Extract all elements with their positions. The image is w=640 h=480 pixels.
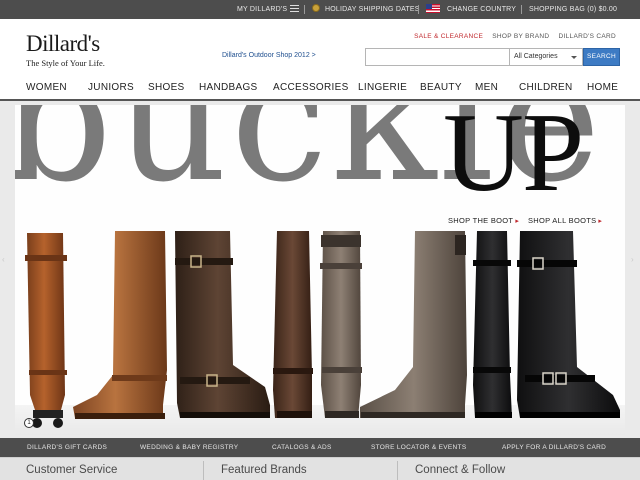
nav-item-women[interactable]: WOMEN: [26, 82, 67, 93]
nav-item-lingerie[interactable]: LINGERIE: [358, 82, 407, 93]
footer-featured-brands[interactable]: Featured Brands: [221, 464, 307, 476]
shop-by-brand-link[interactable]: SHOP BY BRAND: [492, 33, 549, 40]
search-button[interactable]: SEARCH: [583, 48, 620, 66]
chevron-down-icon: [571, 56, 577, 59]
outdoor-shop-link[interactable]: Dillard's Outdoor Shop 2012 >: [222, 52, 316, 59]
nav-item-shoes[interactable]: SHOES: [148, 82, 185, 93]
shopping-bag-label: SHOPPING BAG: [529, 6, 586, 13]
category-select-value: All Categories: [514, 53, 558, 60]
nav-item-beauty[interactable]: BEAUTY: [420, 82, 462, 93]
shopping-bag-link[interactable]: SHOPPING BAG (0) $0.00: [529, 0, 617, 19]
holiday-shipping-label: HOLIDAY SHIPPING DATES: [325, 6, 420, 13]
footer-divider: [203, 461, 204, 480]
footer: Customer Service Featured Brands Connect…: [0, 457, 640, 480]
bag-total: $0.00: [598, 6, 618, 13]
nav-item-handbags[interactable]: HANDBAGS: [199, 82, 258, 93]
holiday-shipping-link[interactable]: HOLIDAY SHIPPING DATES: [312, 0, 420, 19]
wedding-baby-registry-link[interactable]: WEDDING & BABY REGISTRY: [140, 438, 238, 457]
divider: [304, 5, 305, 14]
logo-tagline: The Style of Your Life.: [26, 58, 105, 68]
carousel-next-icon[interactable]: ›: [631, 255, 634, 264]
search-input[interactable]: [365, 48, 510, 66]
slide-indicator[interactable]: 1: [24, 418, 34, 428]
services-bar: DILLARD'S GIFT CARDS WEDDING & BABY REGI…: [0, 438, 640, 457]
shop-all-boots-link[interactable]: SHOP ALL BOOTS ▸: [528, 216, 602, 225]
hamburger-icon: [290, 5, 300, 12]
change-country-label: CHANGE COUNTRY: [447, 6, 517, 13]
shop-all-boots-label: SHOP ALL BOOTS: [528, 216, 597, 225]
hero-headline-up: UP: [443, 105, 584, 215]
nav-item-accessories[interactable]: ACCESSORIES: [273, 82, 349, 93]
holiday-ornament-icon: [312, 4, 320, 12]
boot-chocolate: [273, 231, 312, 418]
nav-item-home[interactable]: HOME: [587, 82, 618, 93]
change-country-link[interactable]: CHANGE COUNTRY: [426, 0, 516, 19]
my-dillards-label: MY DILLARD'S: [237, 6, 288, 13]
boot-black-slim: [473, 231, 512, 418]
utility-bar: MY DILLARD'S HOLIDAY SHIPPING DATES CHAN…: [0, 0, 640, 19]
footer-customer-service[interactable]: Customer Service: [26, 464, 117, 476]
arrow-right-icon: ▸: [515, 218, 520, 225]
divider: [418, 5, 419, 14]
boot-taupe: [321, 231, 361, 418]
shop-the-boot-label: SHOP THE BOOT: [448, 216, 514, 225]
hero-banner[interactable]: buckle UP SHOP THE BOOT ▸ SHOP ALL BOOTS…: [15, 105, 625, 435]
footer-connect-follow[interactable]: Connect & Follow: [415, 464, 505, 476]
dillards-logo[interactable]: Dillard's: [26, 32, 100, 56]
boot-tan: [73, 231, 167, 418]
header-util-links: SALE & CLEARANCE SHOP BY BRAND DILLARD'S…: [407, 33, 616, 40]
shop-the-boot-link[interactable]: SHOP THE BOOT ▸: [448, 216, 519, 225]
dillards-card-link[interactable]: DILLARD'S CARD: [559, 33, 616, 40]
nav-item-juniors[interactable]: JUNIORS: [88, 82, 134, 93]
nav-item-men[interactable]: MEN: [475, 82, 498, 93]
gift-cards-link[interactable]: DILLARD'S GIFT CARDS: [27, 438, 107, 457]
bag-count: (0): [587, 6, 597, 13]
divider: [521, 5, 522, 14]
boot-grey-taupe: [360, 231, 467, 418]
apply-card-link[interactable]: APPLY FOR A DILLARD'S CARD: [502, 438, 606, 457]
category-select[interactable]: All Categories: [510, 48, 583, 66]
us-flag-icon: [426, 4, 440, 13]
my-dillards-link[interactable]: MY DILLARD'S: [237, 0, 300, 19]
footer-divider: [397, 461, 398, 480]
main-nav: WOMEN JUNIORS SHOES HANDBAGS ACCESSORIES…: [0, 78, 640, 98]
arrow-right-icon: ▸: [598, 218, 603, 225]
nav-item-children[interactable]: CHILDREN: [519, 82, 573, 93]
sale-clearance-link[interactable]: SALE & CLEARANCE: [414, 33, 483, 40]
carousel-prev-icon[interactable]: ‹: [2, 255, 5, 264]
store-locator-events-link[interactable]: STORE LOCATOR & EVENTS: [371, 438, 466, 457]
catalogs-ads-link[interactable]: CATALOGS & ADS: [272, 438, 332, 457]
